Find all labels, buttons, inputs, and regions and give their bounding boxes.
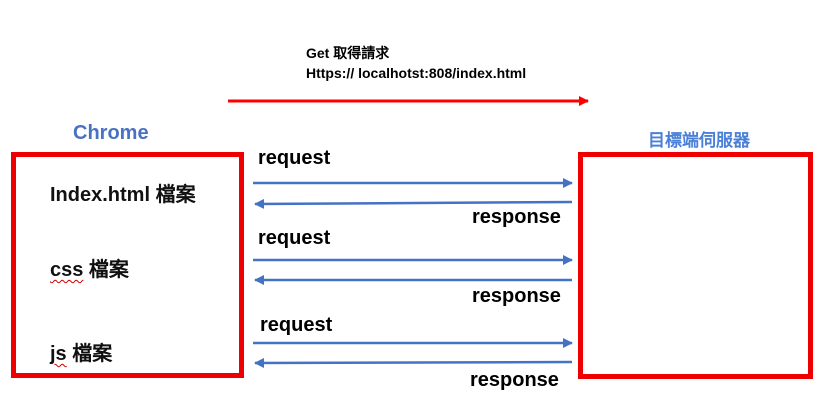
file-label: 檔案 (150, 184, 196, 206)
file-css: css 檔案 (50, 253, 129, 282)
response-label-1: response (472, 206, 561, 228)
file-label: 檔案 (66, 343, 113, 365)
file-js: js 檔案 (50, 337, 112, 366)
response-label-3: response (470, 369, 559, 391)
request-label-2: request (258, 227, 331, 249)
request-label-3: request (260, 314, 333, 336)
file-name: js (50, 343, 67, 365)
client-title: Chrome (73, 122, 149, 144)
response-arrow-1 (254, 198, 573, 209)
response-label-2: response (472, 285, 561, 307)
file-label: 檔案 (83, 259, 129, 281)
file-name: Index.html (50, 184, 151, 206)
server-box (578, 152, 813, 379)
file-name: css (50, 259, 84, 281)
response-arrow-3 (254, 357, 573, 368)
server-title: 目標端伺服器 (648, 131, 750, 150)
request-label-1: request (258, 147, 331, 169)
file-index-html: Index.html 檔案 (50, 178, 196, 207)
